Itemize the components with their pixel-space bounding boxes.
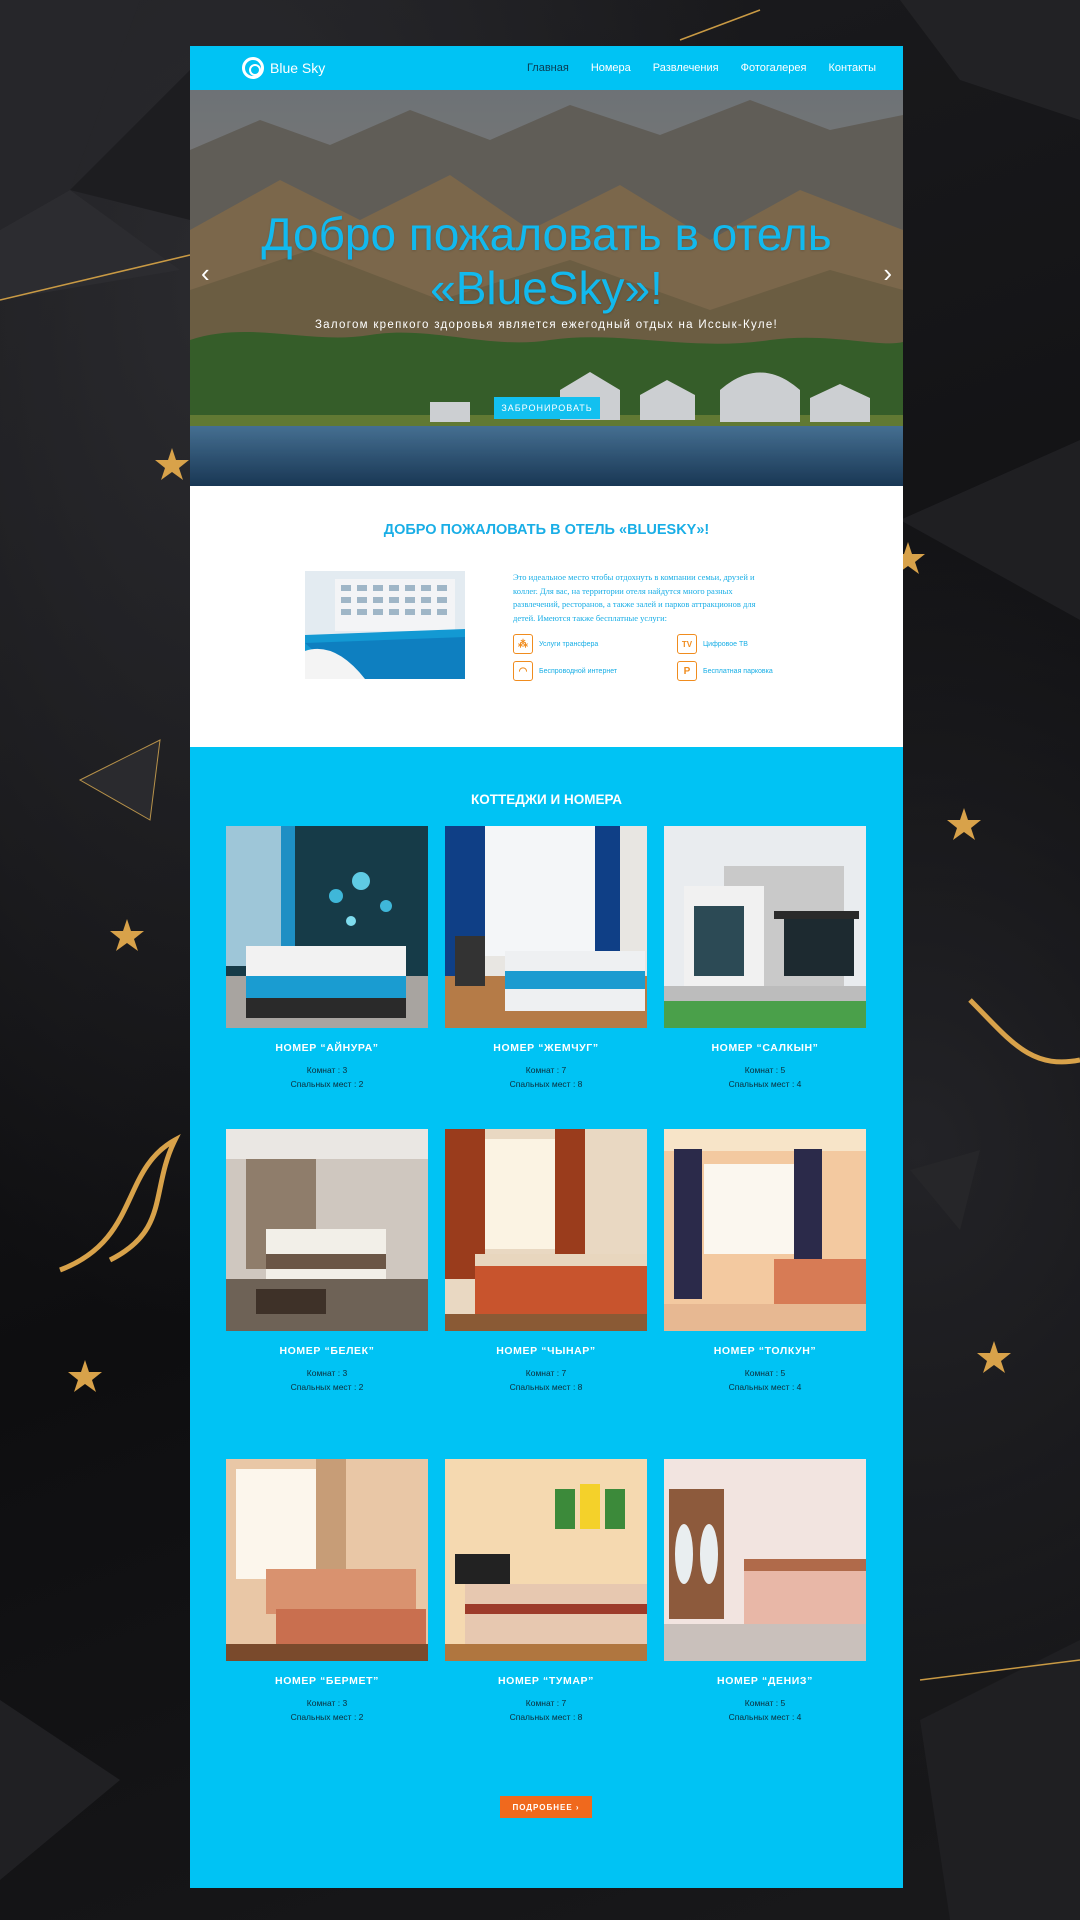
amenity-parking: P Бесплатная парковка <box>677 661 773 681</box>
website-page: Blue Sky Главная Номера Развлечения Фото… <box>190 46 903 1888</box>
parking-icon: P <box>677 661 697 681</box>
hero-title-line1: Добро пожаловать в отель <box>261 208 832 260</box>
room-count: Комнат : 7 <box>525 1698 567 1708</box>
room-photo <box>664 1459 866 1661</box>
bed-count: Спальных мест : 8 <box>509 1381 583 1392</box>
amenity-label: Беспроводной интернет <box>539 667 618 675</box>
room-count: Комнат : 3 <box>306 1065 348 1075</box>
room-meta: Комнат : 5 Спальных мест : 4 <box>664 1064 866 1091</box>
room-count: Комнат : 5 <box>744 1698 786 1708</box>
amenity-label: Цифровое ТВ <box>703 640 748 648</box>
nav-item-contacts[interactable]: Контакты <box>828 62 876 74</box>
room-card[interactable]: НОМЕР “АЙНУРА” Комнат : 3 Спальных мест … <box>226 826 428 1091</box>
welcome-section: ДОБРО ПОЖАЛОВАТЬ В ОТЕЛЬ «BLUESKY»! Это … <box>190 486 903 747</box>
room-count: Комнат : 5 <box>744 1368 786 1378</box>
room-photo <box>664 826 866 1028</box>
welcome-heading: ДОБРО ПОЖАЛОВАТЬ В ОТЕЛЬ «BLUESKY»! <box>383 522 710 538</box>
brand-logo[interactable]: Blue Sky <box>242 57 325 79</box>
nav-item-gallery[interactable]: Фотогалерея <box>741 62 807 74</box>
room-card[interactable]: НОМЕР “ТОЛКУН” Комнат : 5 Спальных мест … <box>664 1129 866 1394</box>
room-meta: Комнат : 7 Спальных мест : 8 <box>445 1697 647 1724</box>
nav-item-rooms[interactable]: Номера <box>591 62 631 74</box>
room-name: НОМЕР “БЕРМЕТ” <box>275 1675 379 1687</box>
cottages-heading: КОТТЕДЖИ И НОМЕРА <box>470 792 623 807</box>
shuttle-icon: ⁂ <box>513 634 533 654</box>
room-count: Комнат : 7 <box>525 1368 567 1378</box>
nav-item-home[interactable]: Главная <box>527 62 569 74</box>
room-count: Комнат : 7 <box>525 1065 567 1075</box>
room-meta: Комнат : 3 Спальных мест : 2 <box>226 1697 428 1724</box>
room-name: НОМЕР “БЕЛЕК” <box>279 1345 375 1357</box>
cottages-section: КОТТЕДЖИ И НОМЕРА НОМЕР “АЙНУРА” Комнат … <box>190 747 903 1888</box>
room-photo <box>226 1129 428 1331</box>
room-photo <box>664 1129 866 1331</box>
bed-count: Спальных мест : 2 <box>290 1381 364 1392</box>
hero-title-line2: «BlueSky»! <box>430 262 663 314</box>
room-name: НОМЕР “ТОЛКУН” <box>713 1345 817 1357</box>
room-count: Комнат : 3 <box>306 1698 348 1708</box>
amenity-label: Бесплатная парковка <box>703 667 773 675</box>
swirl-logo-icon <box>242 57 264 79</box>
room-card[interactable]: НОМЕР “ТУМАР” Комнат : 7 Спальных мест :… <box>445 1459 647 1724</box>
room-meta: Комнат : 7 Спальных мест : 8 <box>445 1064 647 1091</box>
bed-count: Спальных мест : 4 <box>728 1711 802 1722</box>
book-button[interactable]: ЗАБРОНИРОВАТЬ <box>494 397 600 419</box>
room-count: Комнат : 5 <box>744 1065 786 1075</box>
room-meta: Комнат : 5 Спальных мест : 4 <box>664 1367 866 1394</box>
bed-count: Спальных мест : 4 <box>728 1078 802 1089</box>
room-meta: Комнат : 5 Спальных мест : 4 <box>664 1697 866 1724</box>
room-card[interactable]: НОМЕР “БЕЛЕК” Комнат : 3 Спальных мест :… <box>226 1129 428 1394</box>
amenity-tv: TV Цифровое ТВ <box>677 634 748 654</box>
room-count: Комнат : 3 <box>306 1368 348 1378</box>
room-name: НОМЕР “ДЕНИЗ” <box>717 1675 813 1687</box>
wifi-icon: ◠ <box>513 661 533 681</box>
more-details-button[interactable]: ПОДРОБНЕЕ › <box>500 1796 592 1818</box>
hero-subtitle: Залогом крепкого здоровья является ежего… <box>314 319 779 331</box>
bed-count: Спальных мест : 4 <box>728 1381 802 1392</box>
bed-count: Спальных мест : 8 <box>509 1078 583 1089</box>
room-card[interactable]: НОМЕР “БЕРМЕТ” Комнат : 3 Спальных мест … <box>226 1459 428 1724</box>
brand-name: Blue Sky <box>270 60 326 76</box>
amenity-wifi: ◠ Беспроводной интернет <box>513 661 617 681</box>
bed-count: Спальных мест : 8 <box>509 1711 583 1722</box>
bed-count: Спальных мест : 2 <box>290 1711 364 1722</box>
hotel-pool-photo <box>305 571 465 679</box>
room-card[interactable]: НОМЕР “САЛКЫН” Комнат : 5 Спальных мест … <box>664 826 866 1091</box>
hero-slider: ‹ › Добро пожаловать в отель «BlueSky»! … <box>190 90 903 486</box>
room-photo <box>226 826 428 1028</box>
top-navigation: Blue Sky Главная Номера Развлечения Фото… <box>190 46 903 90</box>
room-meta: Комнат : 3 Спальных мест : 2 <box>226 1064 428 1091</box>
hero-title: Добро пожаловать в отель «BlueSky»! <box>190 207 903 315</box>
room-card[interactable]: НОМЕР “ДЕНИЗ” Комнат : 5 Спальных мест :… <box>664 1459 866 1724</box>
amenity-shuttle: ⁂ Услуги трансфера <box>513 634 598 654</box>
room-photo <box>445 1459 647 1661</box>
nav-item-entertainment[interactable]: Развлечения <box>653 62 719 74</box>
tv-icon: TV <box>677 634 697 654</box>
main-menu: Главная Номера Развлечения Фотогалерея К… <box>527 62 876 74</box>
room-name: НОМЕР “АЙНУРА” <box>275 1042 379 1054</box>
room-name: НОМЕР “ЧЫНАР” <box>496 1345 596 1357</box>
room-meta: Комнат : 3 Спальных мест : 2 <box>226 1367 428 1394</box>
room-photo <box>226 1459 428 1661</box>
room-photo <box>445 826 647 1028</box>
room-name: НОМЕР “САЛКЫН” <box>711 1042 819 1054</box>
amenity-label: Услуги трансфера <box>539 640 599 648</box>
welcome-description: Это идеальное место чтобы отдохнуть в ко… <box>513 572 756 623</box>
bed-count: Спальных мест : 2 <box>290 1078 364 1089</box>
room-card[interactable]: НОМЕР “ЧЫНАР” Комнат : 7 Спальных мест :… <box>445 1129 647 1394</box>
room-photo <box>445 1129 647 1331</box>
room-card[interactable]: НОМЕР “ЖЕМЧУГ” Комнат : 7 Спальных мест … <box>445 826 647 1091</box>
room-name: НОМЕР “ЖЕМЧУГ” <box>493 1042 599 1054</box>
room-name: НОМЕР “ТУМАР” <box>498 1675 594 1687</box>
room-meta: Комнат : 7 Спальных мест : 8 <box>445 1367 647 1394</box>
